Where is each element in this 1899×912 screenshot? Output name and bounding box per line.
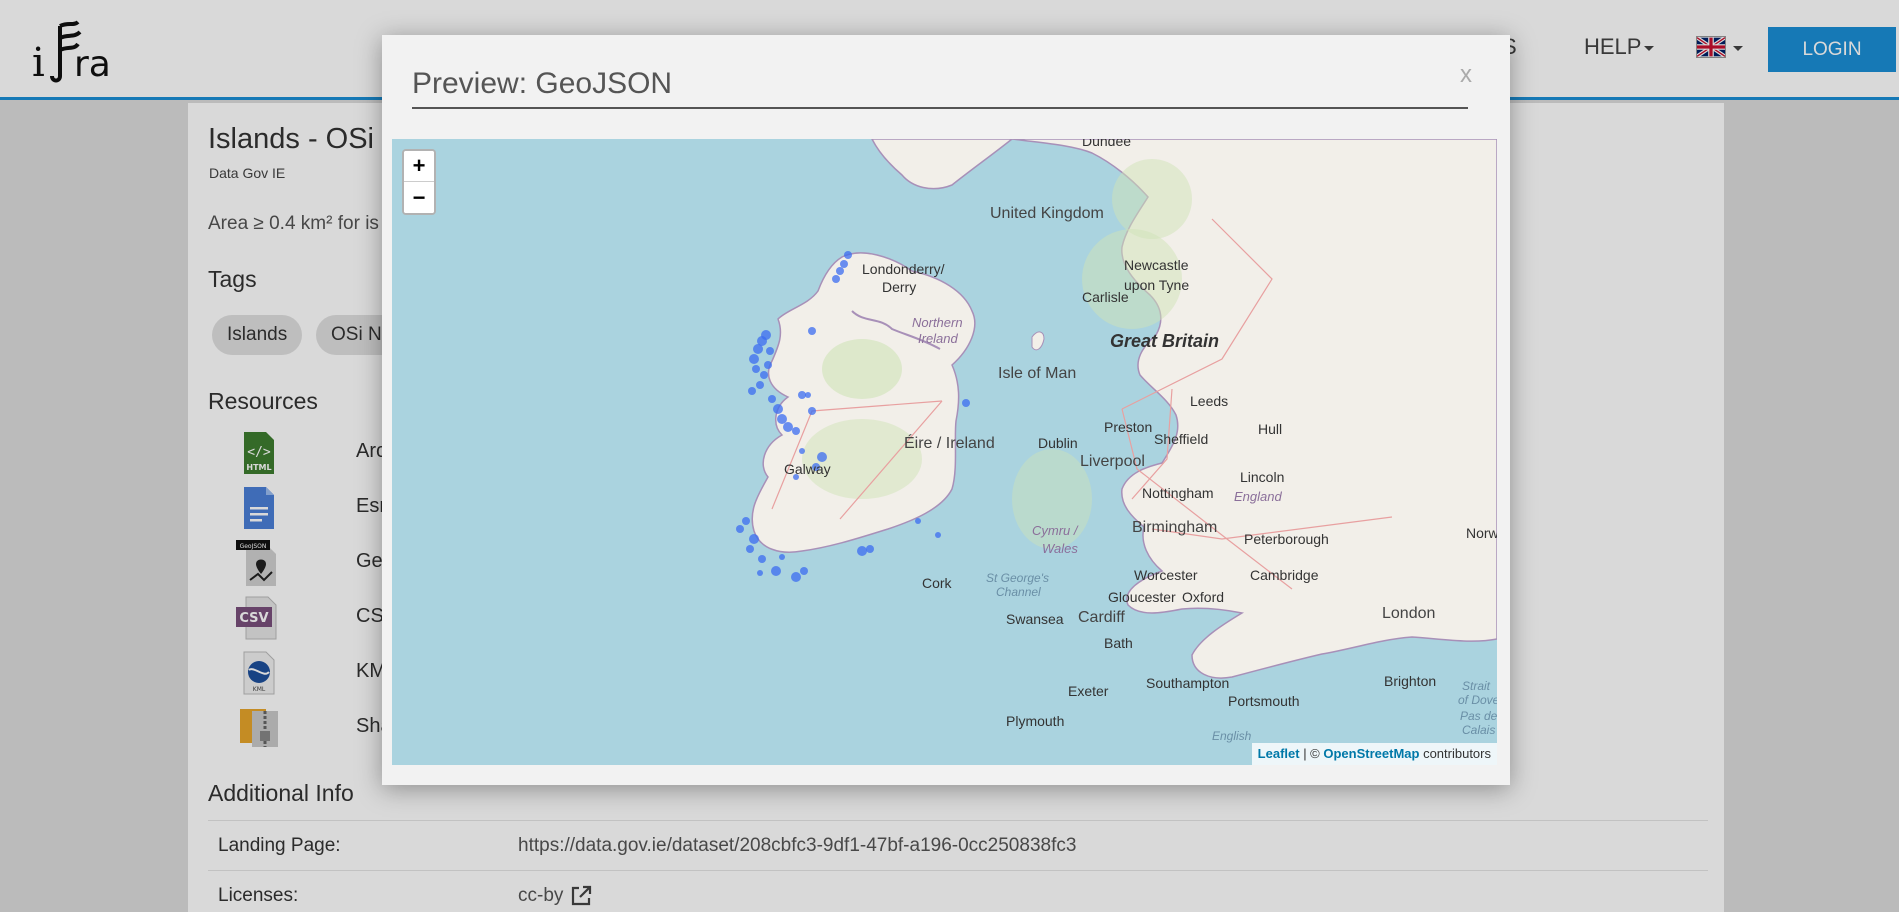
map-label: Galway xyxy=(784,461,831,477)
map-label: Sheffield xyxy=(1154,431,1209,447)
map-label: Brighton xyxy=(1384,673,1437,689)
map-label: Oxford xyxy=(1182,589,1225,605)
osm-link[interactable]: OpenStreetMap xyxy=(1323,746,1419,761)
map-label: Birmingham xyxy=(1132,519,1218,536)
map-label: Isle of Man xyxy=(998,365,1077,382)
map-label: Cardiff xyxy=(1078,609,1125,626)
map-label: Southampton xyxy=(1146,675,1230,691)
map-label: Strait xyxy=(1462,679,1491,693)
attribution-tail: contributors xyxy=(1419,746,1491,761)
map-label: Preston xyxy=(1104,419,1153,435)
map-label: Portsmouth xyxy=(1228,693,1300,709)
zoom-out-button[interactable]: − xyxy=(404,182,434,213)
map-label: upon Tyne xyxy=(1124,277,1190,293)
attribution-separator: | © xyxy=(1299,746,1324,761)
map-label: United Kingdom xyxy=(990,205,1104,222)
leaflet-link[interactable]: Leaflet xyxy=(1258,746,1300,761)
map-label: of Dover xyxy=(1458,693,1497,707)
map-label: Liverpool xyxy=(1080,453,1145,470)
map-label: Carlisle xyxy=(1082,289,1129,305)
isle-of-man xyxy=(1031,331,1045,351)
map-label: Leeds xyxy=(1190,393,1229,409)
map-label: Londonderry/ xyxy=(862,261,945,277)
map-label: Gloucester xyxy=(1108,589,1176,605)
map-label: Wales xyxy=(1042,541,1078,556)
map-label: Bath xyxy=(1104,635,1133,651)
zoom-control: + − xyxy=(402,149,436,215)
map-label: Cymru / xyxy=(1032,523,1078,538)
map-label: St George's xyxy=(986,571,1049,585)
map-label: Nottingham xyxy=(1142,485,1214,501)
map-label: Worcester xyxy=(1134,567,1198,583)
map-label: Cork xyxy=(922,575,952,591)
map-view[interactable]: Dundee United Kingdom Londonderry/ Derry… xyxy=(392,139,1497,765)
map-label: Great Britain xyxy=(1110,331,1220,351)
close-button[interactable]: x xyxy=(1460,61,1472,89)
map-label: Swansea xyxy=(1006,611,1064,627)
zoom-in-button[interactable]: + xyxy=(404,151,434,182)
map-label: Dublin xyxy=(1038,435,1078,451)
map-label: Newcastle xyxy=(1124,257,1189,273)
map-label: Channel xyxy=(996,585,1041,599)
map-label: Cambridge xyxy=(1250,567,1319,583)
map-label: Éire / Ireland xyxy=(904,435,995,452)
map-label: Calais xyxy=(1462,723,1496,737)
map-label: Plymouth xyxy=(1006,713,1065,729)
map-label: Ireland xyxy=(918,331,958,346)
map-label: London xyxy=(1382,605,1436,622)
map-label: England xyxy=(1234,489,1282,504)
map-label: English xyxy=(1212,729,1252,743)
map-label: Derry xyxy=(882,279,917,295)
map-label: Pas de xyxy=(1460,709,1497,723)
map-label: Exeter xyxy=(1068,683,1109,699)
scotland-landmass xyxy=(871,139,1014,190)
map-label: Peterborough xyxy=(1244,531,1329,547)
preview-modal: Preview: GeoJSON x Dundee United Kingdom… xyxy=(382,35,1510,785)
map-attribution: Leaflet | © OpenStreetMap contributors xyxy=(1251,743,1497,765)
modal-title: Preview: GeoJSON xyxy=(412,67,1468,109)
map-label: Hull xyxy=(1258,421,1283,437)
map-label: Norw xyxy=(1466,525,1497,541)
map-label: Lincoln xyxy=(1240,469,1285,485)
map-label: Northern xyxy=(912,315,963,330)
map-label: Dundee xyxy=(1082,139,1132,149)
